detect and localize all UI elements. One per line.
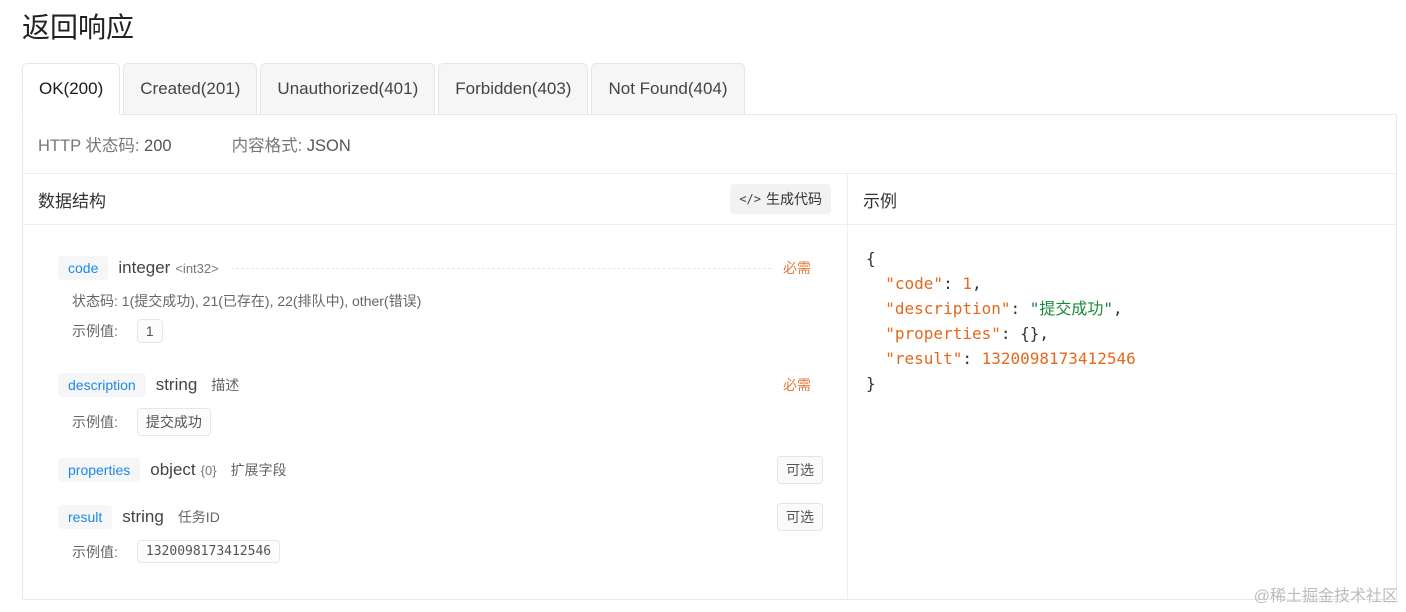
field-note: 状态码: 1(提交成功), 21(已存在), 22(排队中), other(错误…: [72, 293, 422, 309]
field-description-text: 描述: [211, 377, 240, 393]
content-format-label: 内容格式:: [231, 137, 303, 155]
field-name: description: [58, 373, 146, 397]
example-label: 示例值:: [72, 543, 118, 560]
field-example: 示例值: 1: [72, 319, 823, 343]
optional-badge: 可选: [777, 503, 823, 531]
response-panel: HTTP 状态码: 200 内容格式: JSON 数据结构 </> 生成代码 c…: [22, 114, 1397, 600]
json-open-brace: {: [866, 249, 876, 268]
response-meta: HTTP 状态码: 200 内容格式: JSON: [23, 115, 1396, 174]
schema-heading: 数据结构: [38, 191, 106, 211]
generate-code-label: 生成代码: [766, 191, 822, 207]
example-value: 1320098173412546: [136, 540, 281, 563]
field-type: integer: [118, 258, 171, 277]
http-status-value: 200: [144, 137, 172, 155]
tab-not-found-404[interactable]: Not Found(404): [591, 63, 745, 115]
json-key-result: "result": [885, 349, 963, 368]
response-tabs: OK(200) Created(201) Unauthorized(401) F…: [22, 63, 748, 115]
field-result: result string 任务ID 可选 示例值: 1320098173412…: [58, 502, 823, 563]
field-description-text: 任务ID: [177, 509, 220, 525]
field-name: properties: [58, 458, 141, 482]
field-type: string: [122, 507, 164, 526]
content-format-value: JSON: [306, 137, 351, 155]
example-label: 示例值:: [72, 323, 118, 339]
field-format: {0}: [200, 462, 217, 478]
json-key-properties: "properties": [885, 324, 1001, 343]
example-label: 示例值:: [72, 414, 118, 430]
json-key-code: "code": [885, 274, 944, 293]
example-value: 1: [136, 319, 163, 343]
json-key-description: "description": [885, 299, 1011, 318]
field-properties: properties object {0} 扩展字段 可选: [58, 455, 823, 485]
optional-badge: 可选: [777, 456, 823, 484]
json-value-code: 1: [962, 274, 972, 293]
http-status-label: HTTP 状态码:: [38, 137, 140, 155]
http-status: HTTP 状态码: 200: [38, 132, 172, 156]
json-value-result: 1320098173412546: [981, 349, 1136, 368]
required-badge: 必需: [783, 260, 811, 276]
json-close-brace: }: [866, 374, 876, 393]
example-value: 提交成功: [136, 408, 211, 436]
tab-forbidden-403[interactable]: Forbidden(403): [438, 63, 589, 115]
example-panel: 示例 { "code": 1, "description": "提交成功", "…: [848, 174, 1396, 600]
field-type: string: [155, 375, 198, 394]
json-value-properties: {}: [1020, 324, 1040, 343]
field-code: code integer <int32> 必需 状态码: 1(提交成功), 21…: [58, 253, 823, 343]
field-format: <int32>: [175, 260, 219, 276]
field-description-text: 扩展字段: [230, 462, 287, 478]
tab-ok-200[interactable]: OK(200): [22, 63, 121, 115]
field-name: code: [58, 256, 109, 280]
section-title: 返回响应: [22, 11, 135, 44]
dotted-leader: [230, 267, 771, 269]
watermark: @稀土掘金技术社区: [1253, 588, 1398, 605]
field-example: 示例值: 提交成功: [72, 408, 823, 436]
code-icon: </>: [739, 192, 761, 206]
example-json: { "code": 1, "description": "提交成功", "pro…: [866, 249, 1136, 393]
field-name: result: [58, 505, 113, 529]
tab-created-201[interactable]: Created(201): [123, 63, 258, 115]
required-badge: 必需: [783, 377, 811, 393]
field-description: description string 描述 必需 示例值: 提交成功: [58, 370, 823, 436]
field-example: 示例值: 1320098173412546: [72, 540, 823, 563]
json-value-description: "提交成功": [1029, 299, 1114, 318]
generate-code-button[interactable]: </> 生成代码: [730, 184, 831, 214]
schema-panel: 数据结构 </> 生成代码 code integer <int32> 必需 状态…: [23, 174, 848, 600]
example-heading: 示例: [863, 191, 897, 211]
content-format: 内容格式: JSON: [232, 132, 351, 156]
tab-unauthorized-401[interactable]: Unauthorized(401): [260, 63, 436, 115]
field-type: object: [150, 460, 196, 479]
